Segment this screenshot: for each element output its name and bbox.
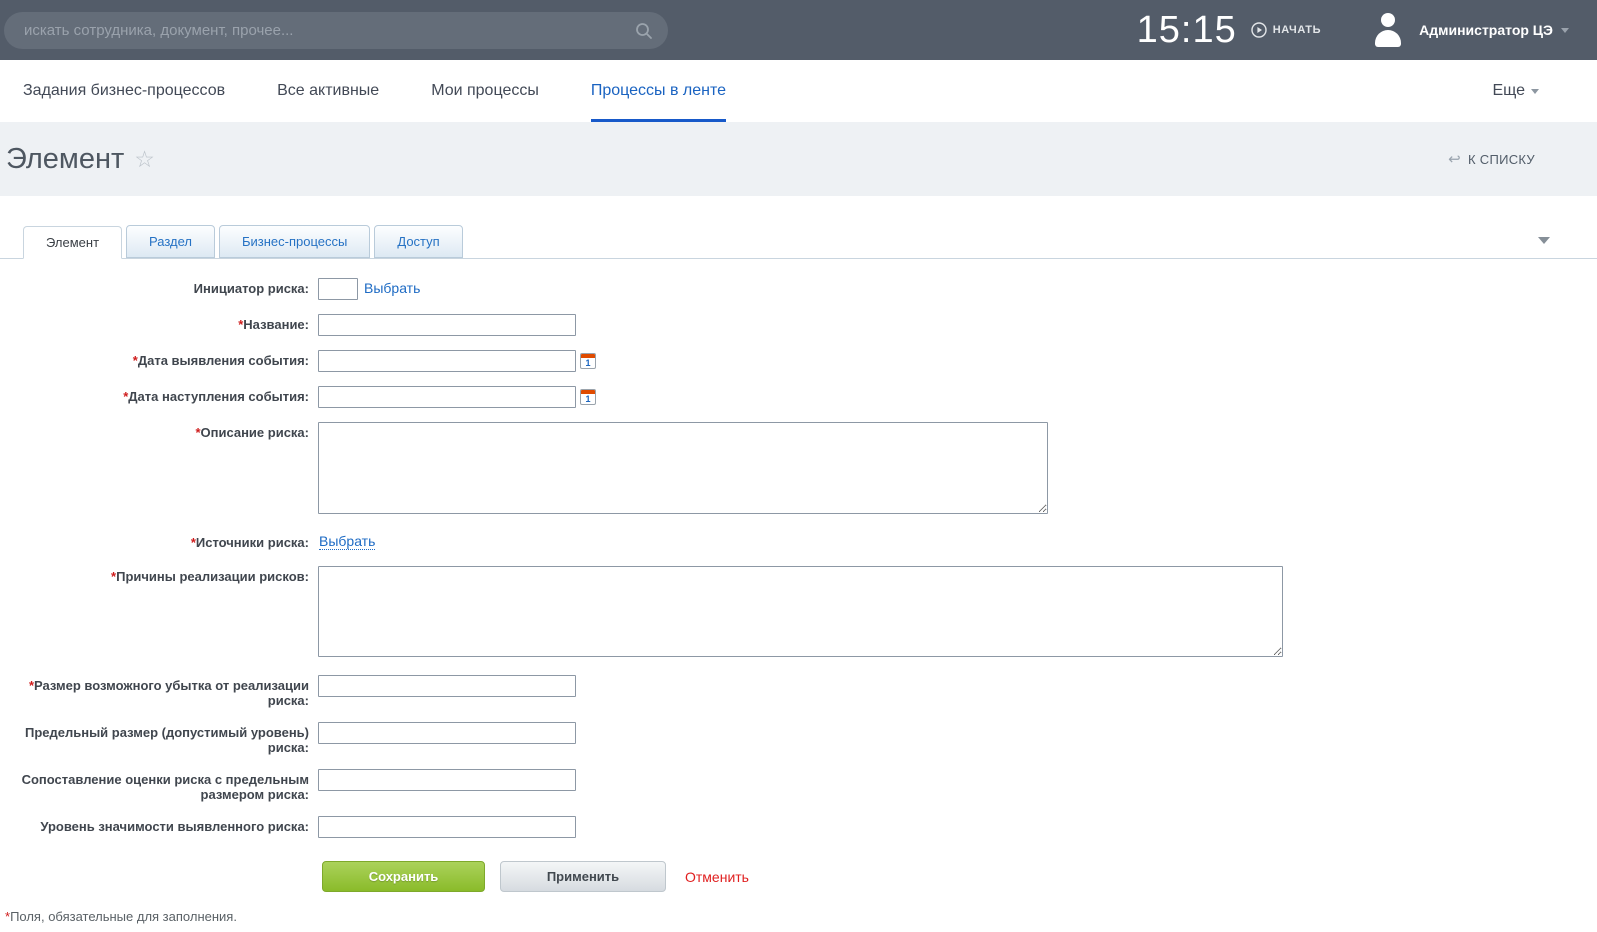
field-row-title: Название: (0, 314, 1597, 336)
start-button[interactable]: НАЧАТЬ (1251, 22, 1321, 38)
field-row-limit-size: Предельный размер (допустимый уровень) р… (0, 722, 1597, 755)
risk-initiator-choose-link[interactable]: Выбрать (364, 278, 420, 296)
page-header: Элемент ☆ ↩ К СПИСКУ (0, 122, 1597, 196)
calendar-digit: 1 (581, 394, 595, 404)
form-tabbar: Элемент Раздел Бизнес-процессы Доступ (0, 225, 1597, 259)
form-buttons: Сохранить Применить Отменить (322, 861, 1597, 892)
search-input[interactable] (24, 22, 634, 39)
back-to-list-label: К СПИСКУ (1468, 152, 1535, 167)
field-row-possible-loss: Размер возможного убытка от реализации р… (0, 675, 1597, 708)
field-label: Причины реализации рисков: (0, 566, 318, 657)
nav-more-button[interactable]: Еще (1492, 82, 1539, 100)
field-row-description: Описание риска: (0, 422, 1597, 514)
required-fields-note: Поля, обязательные для заполнения. (5, 909, 1597, 924)
cancel-button[interactable]: Отменить (685, 869, 749, 885)
field-label: Источники риска: (0, 532, 318, 550)
field-label: Размер возможного убытка от реализации р… (0, 675, 318, 708)
risk-sources-choose-link[interactable]: Выбрать (319, 532, 375, 550)
possible-loss-input[interactable] (318, 675, 576, 697)
save-button[interactable]: Сохранить (322, 861, 485, 892)
tab-access[interactable]: Доступ (374, 225, 462, 258)
calendar-icon[interactable]: 1 (580, 353, 596, 369)
field-row-significance: Уровень значимости выявленного риска: (0, 816, 1597, 838)
clock: 15:15 (1137, 9, 1237, 52)
field-row-risk-initiator: Инициатор риска: Выбрать (0, 278, 1597, 300)
tab-business-processes[interactable]: Бизнес-процессы (219, 225, 370, 258)
field-label: Инициатор риска: (0, 278, 318, 300)
play-circle-icon (1251, 22, 1267, 38)
title-input[interactable] (318, 314, 576, 336)
risk-initiator-input[interactable] (318, 278, 358, 300)
user-avatar-icon (1373, 13, 1403, 47)
navbar: Задания бизнес-процессов Все активные Мо… (0, 60, 1597, 122)
field-label: Название: (0, 314, 318, 336)
occur-date-input[interactable] (318, 386, 576, 408)
field-label: Предельный размер (допустимый уровень) р… (0, 722, 318, 755)
field-row-occur-date: Дата наступления события: 1 (0, 386, 1597, 408)
back-to-list-link[interactable]: ↩ К СПИСКУ (1448, 150, 1535, 168)
field-label: Сопоставление оценки риска с предельным … (0, 769, 318, 802)
form-settings-caret-icon[interactable] (1538, 237, 1550, 244)
return-arrow-icon: ↩ (1448, 150, 1461, 168)
chevron-down-icon (1561, 28, 1569, 33)
page-title: Элемент (6, 143, 124, 176)
global-search[interactable] (4, 12, 668, 49)
risk-causes-textarea[interactable] (318, 566, 1283, 657)
nav-item-my-processes[interactable]: Мои процессы (431, 60, 539, 122)
apply-button[interactable]: Применить (500, 861, 666, 892)
nav-item-all-active[interactable]: Все активные (277, 60, 379, 122)
search-icon[interactable] (634, 21, 654, 41)
calendar-icon[interactable]: 1 (580, 389, 596, 405)
field-label: Уровень значимости выявленного риска: (0, 816, 318, 838)
detect-date-input[interactable] (318, 350, 576, 372)
element-form: Инициатор риска: Выбрать Название: Дата … (0, 259, 1597, 924)
tab-section[interactable]: Раздел (126, 225, 215, 258)
start-label: НАЧАТЬ (1273, 24, 1321, 36)
calendar-digit: 1 (581, 358, 595, 368)
user-menu[interactable]: Администратор ЦЭ (1373, 13, 1569, 47)
significance-input[interactable] (318, 816, 576, 838)
field-label: Дата наступления события: (0, 386, 318, 408)
field-row-detect-date: Дата выявления события: 1 (0, 350, 1597, 372)
user-name: Администратор ЦЭ (1419, 22, 1553, 38)
comparison-input[interactable] (318, 769, 576, 791)
chevron-down-icon (1531, 89, 1539, 94)
nav-item-processes-feed[interactable]: Процессы в ленте (591, 60, 726, 122)
field-label: Дата выявления события: (0, 350, 318, 372)
field-label: Описание риска: (0, 422, 318, 514)
field-row-causes: Причины реализации рисков: (0, 566, 1597, 657)
field-row-sources: Источники риска: Выбрать (0, 532, 1597, 550)
nav-more-label: Еще (1492, 82, 1525, 100)
topbar: 15:15 НАЧАТЬ Администратор ЦЭ (0, 0, 1597, 60)
risk-description-textarea[interactable] (318, 422, 1048, 514)
field-row-comparison: Сопоставление оценки риска с предельным … (0, 769, 1597, 802)
limit-size-input[interactable] (318, 722, 576, 744)
favorite-star-icon[interactable]: ☆ (134, 148, 155, 171)
tab-element[interactable]: Элемент (23, 226, 122, 259)
nav-item-bp-tasks[interactable]: Задания бизнес-процессов (23, 60, 225, 122)
